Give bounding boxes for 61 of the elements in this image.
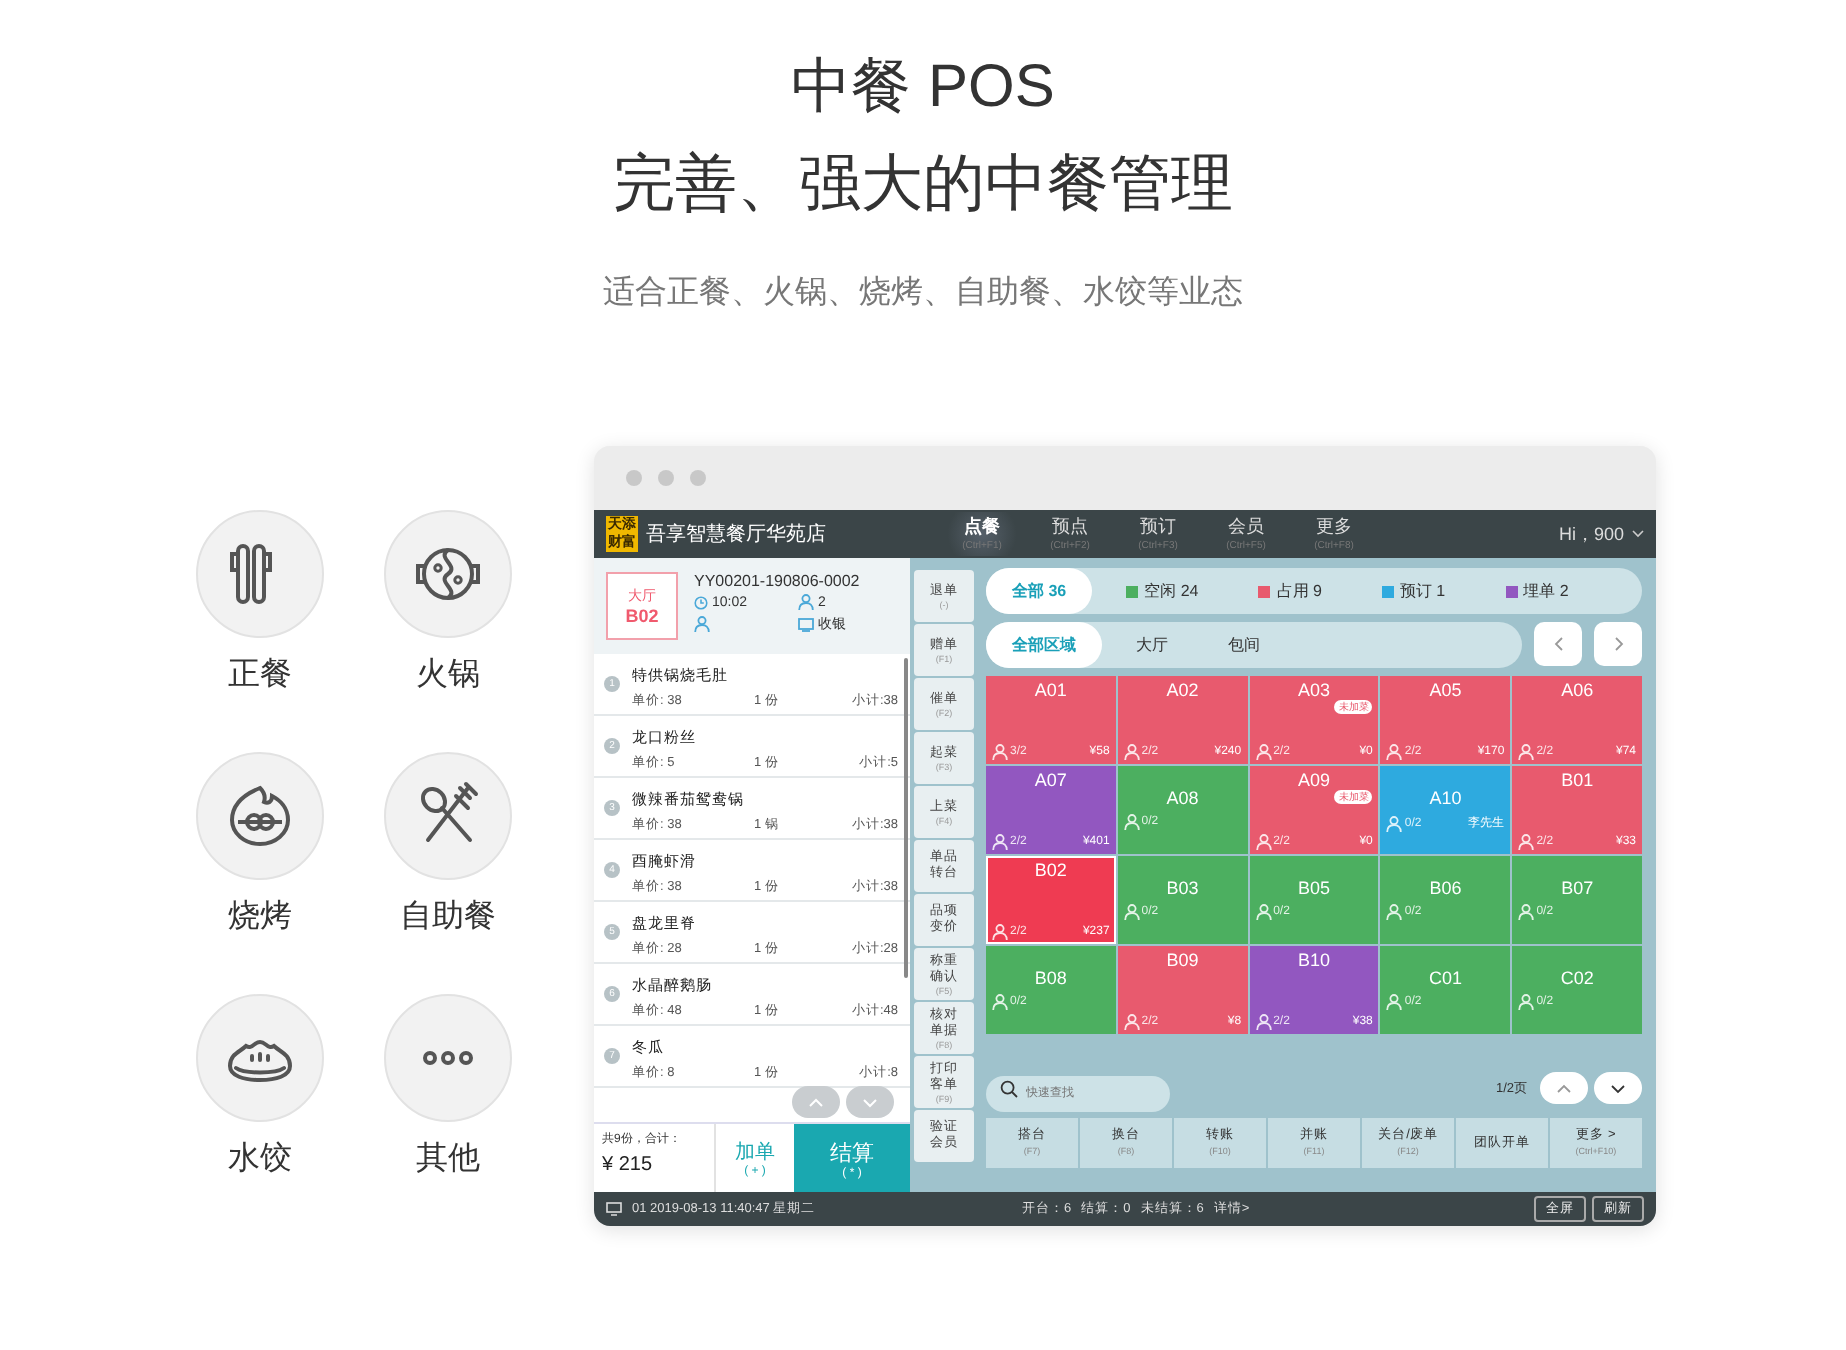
person-icon	[1386, 994, 1403, 1010]
status-filter[interactable]: 埋单 2	[1479, 568, 1595, 614]
person-icon	[992, 744, 1008, 760]
chevron-right-icon	[1613, 636, 1623, 652]
window-dot-icon	[658, 470, 674, 486]
person-icon	[1123, 814, 1140, 830]
person-icon	[1255, 1014, 1272, 1030]
subtitle: 适合正餐、火锅、烧烤、自助餐、水饺等业态	[603, 273, 1243, 314]
category-label: 其他	[416, 1139, 480, 1180]
chevron-up-icon	[808, 1097, 824, 1107]
chevron-up-icon	[1556, 1083, 1572, 1093]
chevron-left-icon	[1553, 636, 1563, 652]
page-title: 中餐 POS	[791, 52, 1055, 124]
caret-icon[interactable]	[1632, 530, 1644, 538]
chevron-down-icon	[1610, 1083, 1626, 1093]
person-icon	[694, 616, 710, 632]
monitor-icon	[606, 1202, 622, 1216]
category-label: 正餐	[228, 655, 292, 696]
window-dot-icon	[690, 470, 706, 486]
person-icon	[1255, 744, 1272, 760]
store-name: 吾享智慧餐厅华苑店	[646, 521, 828, 548]
window-dot-icon	[626, 470, 642, 486]
person-icon	[1123, 904, 1140, 920]
person-icon	[1123, 1014, 1140, 1030]
status-filter[interactable]: 空闲 24	[1100, 568, 1225, 614]
status-filter[interactable]: 占用 9	[1232, 568, 1348, 614]
user-name[interactable]: Hi，900	[1558, 521, 1624, 547]
previous-button[interactable]	[1534, 622, 1582, 666]
total-amount: ¥ 215	[602, 1154, 655, 1176]
next-button[interactable]	[1594, 622, 1642, 666]
headline: 完善、强大的中餐管理	[613, 146, 1233, 222]
person-icon	[992, 924, 1008, 940]
search-icon	[1000, 1079, 1018, 1097]
scroll-down-button[interactable]	[846, 1086, 894, 1118]
clock-icon	[694, 595, 708, 609]
status-filter[interactable]: 预订 1	[1355, 568, 1472, 614]
cashier-icon	[798, 617, 814, 631]
area-tab[interactable]: 包间	[1202, 622, 1286, 668]
person-icon	[1518, 834, 1535, 850]
area-tab[interactable]: 大厅	[1110, 622, 1194, 668]
person-icon	[992, 834, 1008, 850]
category-label: 水饺	[228, 1139, 292, 1180]
person-icon	[1518, 904, 1535, 920]
person-icon	[1386, 904, 1403, 920]
person-icon	[1518, 994, 1535, 1010]
scroll-up-button[interactable]	[792, 1086, 840, 1118]
person-icon	[992, 994, 1008, 1010]
category-label: 自助餐	[400, 897, 496, 938]
category-label: 火锅	[416, 655, 480, 696]
person-icon	[1386, 815, 1403, 831]
person-icon	[798, 594, 814, 610]
order-number: YY00201-190806-0002	[694, 572, 862, 590]
page-down-button[interactable]	[1594, 1072, 1642, 1104]
scrollbar[interactable]	[904, 658, 908, 978]
category-label: 烧烤	[228, 897, 292, 938]
person-icon	[1123, 744, 1140, 760]
person-icon	[1255, 834, 1272, 850]
chevron-down-icon	[862, 1097, 878, 1107]
person-icon	[1518, 744, 1535, 760]
person-icon	[1255, 904, 1272, 920]
person-icon	[1386, 744, 1403, 760]
